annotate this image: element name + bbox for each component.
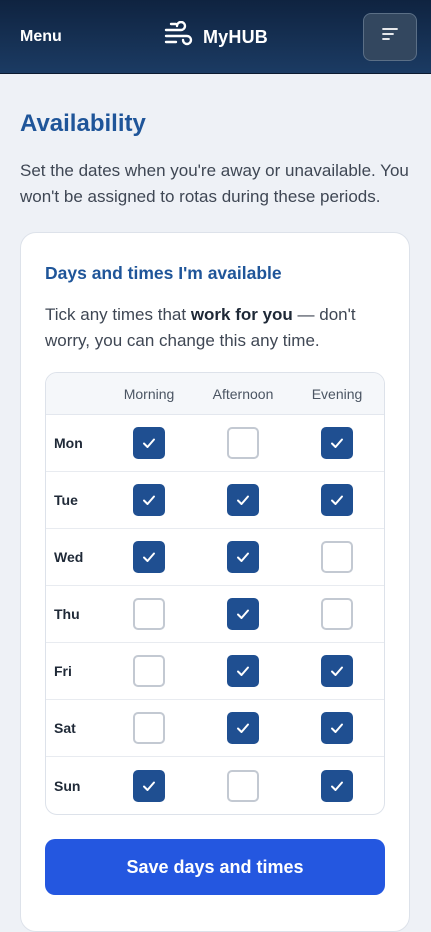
- availability-help: Tick any times that work for you — don't…: [45, 302, 385, 354]
- checkbox-mon-afternoon[interactable]: [227, 427, 259, 459]
- availability-card: Days and times I'm available Tick any ti…: [20, 232, 410, 932]
- main-content: Availability Set the dates when you're a…: [20, 74, 411, 932]
- checkbox-wed-afternoon[interactable]: [227, 541, 259, 573]
- availability-row-mon: Mon: [46, 415, 384, 472]
- day-label: Wed: [54, 549, 84, 565]
- check-icon: [237, 609, 249, 619]
- availability-cell: [290, 643, 384, 699]
- availability-cell: [196, 529, 290, 585]
- check-icon: [143, 495, 155, 505]
- checkbox-mon-morning[interactable]: [133, 427, 165, 459]
- day-label: Tue: [54, 492, 78, 508]
- checkbox-fri-morning[interactable]: [133, 655, 165, 687]
- day-label: Sun: [54, 777, 81, 794]
- availability-cell: [290, 472, 384, 528]
- availability-cell: [290, 586, 384, 642]
- availability-cell: [290, 529, 384, 585]
- day-label: Thu: [54, 606, 80, 622]
- menu-button[interactable]: Menu: [20, 28, 62, 46]
- check-icon: [331, 781, 343, 791]
- availability-title: Days and times I'm available: [45, 263, 282, 283]
- grid-header: Morning Afternoon Evening: [46, 373, 384, 415]
- check-icon: [143, 552, 155, 562]
- brand-name: MyHUB: [202, 26, 268, 47]
- check-icon: [331, 666, 343, 676]
- sort-button[interactable]: [363, 12, 417, 61]
- top-bar: Menu MyHUB: [0, 0, 431, 74]
- availability-row-fri: Fri: [46, 643, 384, 700]
- availability-cell: [102, 472, 196, 528]
- check-icon: [331, 438, 343, 448]
- checkbox-fri-afternoon[interactable]: [227, 655, 259, 687]
- availability-grid: Morning Afternoon Evening Mon Tue Wed Thu Fr…: [45, 372, 385, 815]
- checkbox-sun-morning[interactable]: [133, 769, 165, 802]
- check-icon: [331, 723, 343, 733]
- availability-cell: [102, 643, 196, 699]
- availability-row-sat: Sat: [46, 700, 384, 757]
- grid-body: Mon Tue Wed Thu Fri Sat Sun: [46, 415, 384, 814]
- column-header-morning: Morning: [123, 385, 175, 402]
- availability-row-sun: Sun: [46, 757, 384, 814]
- checkbox-sun-evening[interactable]: [321, 769, 353, 802]
- page-title: Availability: [20, 110, 146, 137]
- check-icon: [143, 438, 155, 448]
- checkbox-fri-evening[interactable]: [321, 655, 353, 687]
- availability-cell: [102, 700, 196, 756]
- availability-cell: [196, 415, 290, 471]
- checkbox-sat-afternoon[interactable]: [227, 712, 259, 744]
- checkbox-sat-evening[interactable]: [321, 712, 353, 744]
- checkbox-tue-afternoon[interactable]: [227, 484, 259, 516]
- help-text-start: Tick any times that: [45, 305, 191, 324]
- availability-cell: [196, 700, 290, 756]
- availability-cell: [196, 643, 290, 699]
- availability-row-wed: Wed: [46, 529, 384, 586]
- availability-cell: [102, 529, 196, 585]
- availability-row-tue: Tue: [46, 472, 384, 529]
- checkbox-mon-evening[interactable]: [321, 427, 353, 459]
- wind-icon: [163, 20, 195, 54]
- availability-cell: [290, 757, 384, 814]
- check-icon: [331, 495, 343, 505]
- checkbox-tue-evening[interactable]: [321, 484, 353, 516]
- check-icon: [237, 666, 249, 676]
- save-days-button[interactable]: Save days and times: [45, 839, 385, 895]
- check-icon: [143, 781, 155, 791]
- availability-cell: [290, 415, 384, 471]
- column-header-afternoon: Afternoon: [212, 385, 274, 402]
- checkbox-wed-evening[interactable]: [321, 541, 353, 573]
- availability-cell: [102, 415, 196, 471]
- checkbox-thu-morning[interactable]: [133, 598, 165, 630]
- availability-cell: [196, 757, 290, 814]
- column-header-evening: Evening: [311, 385, 363, 402]
- availability-cell: [196, 472, 290, 528]
- checkbox-thu-evening[interactable]: [321, 598, 353, 630]
- availability-cell: [102, 757, 196, 814]
- check-icon: [237, 723, 249, 733]
- page-intro: Set the dates when you're away or unavai…: [20, 161, 409, 206]
- checkbox-sun-afternoon[interactable]: [227, 769, 259, 802]
- checkbox-sat-morning[interactable]: [133, 712, 165, 744]
- check-icon: [237, 495, 249, 505]
- availability-cell: [290, 700, 384, 756]
- sort-icon: [382, 27, 398, 46]
- day-label: Sat: [54, 720, 76, 736]
- availability-row-thu: Thu: [46, 586, 384, 643]
- check-icon: [237, 552, 249, 562]
- availability-cell: [196, 586, 290, 642]
- help-text-emphasis: work for you: [190, 305, 293, 324]
- checkbox-tue-morning[interactable]: [133, 484, 165, 516]
- day-label: Fri: [54, 663, 72, 679]
- checkbox-wed-morning[interactable]: [133, 541, 165, 573]
- day-column-header: [46, 373, 102, 414]
- checkbox-thu-afternoon[interactable]: [227, 598, 259, 630]
- availability-cell: [102, 586, 196, 642]
- day-label: Mon: [54, 435, 83, 451]
